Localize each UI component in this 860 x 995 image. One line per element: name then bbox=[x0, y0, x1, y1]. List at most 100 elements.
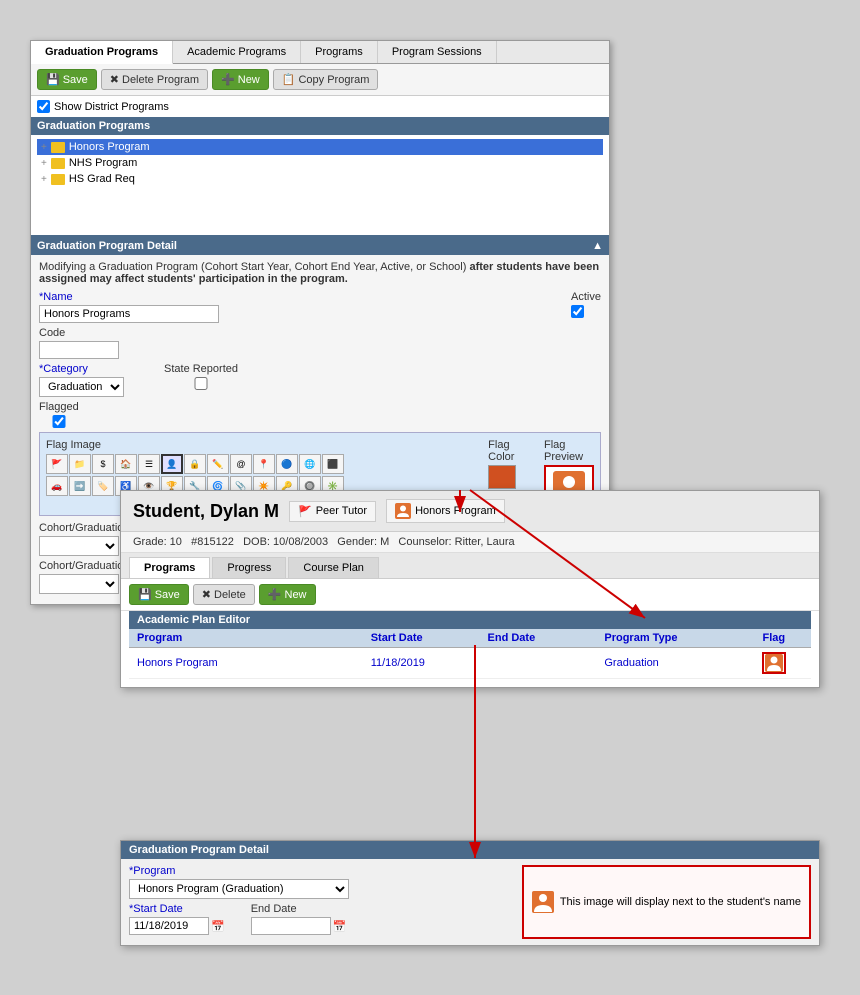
code-group: Code bbox=[39, 327, 119, 359]
bottom-program-row: *Program Honors Program (Graduation) bbox=[129, 865, 514, 899]
program-item-hsgrad[interactable]: + HS Grad Req bbox=[37, 171, 603, 187]
show-district-checkbox[interactable] bbox=[37, 100, 50, 113]
flag-img-person[interactable]: 👤 bbox=[161, 454, 183, 474]
tab-programs[interactable]: Programs bbox=[301, 41, 378, 63]
tab-academic-programs[interactable]: Academic Programs bbox=[173, 41, 301, 63]
category-select[interactable]: Graduation bbox=[39, 377, 124, 397]
bottom-end-group: End Date 📅 bbox=[251, 903, 347, 935]
copy-program-button[interactable]: 📋 Copy Program bbox=[273, 69, 379, 90]
flag-color-swatch[interactable] bbox=[488, 465, 516, 489]
notice-person-svg bbox=[532, 891, 554, 913]
honors-program-badge[interactable]: Honors Program bbox=[386, 499, 505, 523]
tab-program-sessions[interactable]: Program Sessions bbox=[378, 41, 497, 63]
flag-grid-row-1: 🚩 📁 $ 🏠 ☰ 👤 🔒 ✏️ @ 📍 🔵 bbox=[46, 454, 344, 474]
bottom-detail-header: Graduation Program Detail bbox=[121, 841, 819, 859]
flag-img-pencil[interactable]: ✏️ bbox=[207, 454, 229, 474]
cohort-start-select[interactable] bbox=[39, 536, 119, 556]
col-type-header[interactable]: Program Type bbox=[604, 632, 744, 644]
flag-img-folder[interactable]: 📁 bbox=[69, 454, 91, 474]
student-header: Student, Dylan M 🚩 Peer Tutor Honors Pro… bbox=[121, 491, 819, 532]
flag-img-circle[interactable]: 🔵 bbox=[276, 454, 298, 474]
flag-img-car[interactable]: 🚗 bbox=[46, 476, 68, 496]
flag-img-at[interactable]: @ bbox=[230, 454, 252, 474]
student-save-button[interactable]: 💾 Save bbox=[129, 584, 189, 605]
state-reported-checkbox[interactable] bbox=[164, 377, 238, 390]
flag-img-dark[interactable]: ⬛ bbox=[322, 454, 344, 474]
bottom-start-input[interactable] bbox=[129, 917, 209, 935]
expand-icon: + bbox=[41, 174, 47, 185]
bottom-end-input[interactable] bbox=[251, 917, 331, 935]
flagged-checkbox[interactable] bbox=[39, 415, 79, 428]
col-program-header[interactable]: Program bbox=[137, 632, 371, 644]
student-new-button[interactable]: ➕ New bbox=[259, 584, 316, 605]
copy-icon: 📋 bbox=[282, 73, 296, 86]
image-display-notice: This image will display next to the stud… bbox=[522, 865, 811, 939]
calendar-icon[interactable]: 📅 bbox=[211, 920, 225, 933]
student-name: Student, Dylan M bbox=[133, 501, 279, 522]
peer-tutor-badge[interactable]: 🚩 Peer Tutor bbox=[289, 501, 376, 522]
name-active-row: *Name Active bbox=[39, 291, 601, 323]
table-header: Program Start Date End Date Program Type… bbox=[129, 629, 811, 648]
flag-img-lock[interactable]: 🔒 bbox=[184, 454, 206, 474]
tab-programs[interactable]: Programs bbox=[129, 557, 210, 578]
image-notice-text: This image will display next to the stud… bbox=[560, 896, 801, 908]
col-end-header[interactable]: End Date bbox=[488, 632, 605, 644]
flag-img-dollar[interactable]: $ bbox=[92, 454, 114, 474]
flagged-row: Flagged bbox=[39, 401, 601, 428]
active-label: Active bbox=[571, 291, 601, 303]
bottom-end-label: End Date bbox=[251, 903, 347, 915]
delete-icon: ✖ bbox=[202, 588, 211, 601]
flag-img-pin[interactable]: 📍 bbox=[253, 454, 275, 474]
flag-img-arrow[interactable]: ➡️ bbox=[69, 476, 91, 496]
delete-program-button[interactable]: ✖ Delete Program bbox=[101, 69, 208, 90]
bottom-detail-panel: Graduation Program Detail *Program Honor… bbox=[120, 840, 820, 946]
cohort-end-select[interactable] bbox=[39, 574, 119, 594]
col-flag-header[interactable]: Flag bbox=[745, 632, 803, 644]
flag-image-group: Flag Image 🚩 📁 $ 🏠 ☰ 👤 🔒 bbox=[46, 439, 468, 496]
bottom-start-input-row: 📅 bbox=[129, 917, 225, 935]
category-group: *Category Graduation bbox=[39, 363, 124, 397]
name-input[interactable] bbox=[39, 305, 219, 323]
delete-icon: ✖ bbox=[110, 73, 119, 86]
bottom-program-select[interactable]: Honors Program (Graduation) bbox=[129, 879, 349, 899]
flag-preview-label: Flag Preview bbox=[544, 439, 594, 463]
show-district-label: Show District Programs bbox=[54, 101, 169, 113]
flag-color-group: Flag Color bbox=[488, 439, 524, 489]
code-label: Code bbox=[39, 327, 119, 339]
save-button[interactable]: 💾 Save bbox=[37, 69, 97, 90]
tab-course-plan[interactable]: Course Plan bbox=[288, 557, 379, 578]
program-item-nhs[interactable]: + NHS Program bbox=[37, 155, 603, 171]
tab-progress[interactable]: Progress bbox=[212, 557, 286, 578]
bottom-program-label: *Program bbox=[129, 865, 514, 877]
row-start: 11/18/2019 bbox=[371, 657, 488, 669]
new-button[interactable]: ➕ New bbox=[212, 69, 269, 90]
flagged-group: Flagged bbox=[39, 401, 79, 428]
save-icon: 💾 bbox=[46, 73, 60, 86]
active-checkbox[interactable] bbox=[571, 305, 584, 318]
flag-img-home[interactable]: 🏠 bbox=[115, 454, 137, 474]
peer-tutor-flag-icon: 🚩 bbox=[298, 505, 312, 518]
col-start-header[interactable]: Start Date bbox=[371, 632, 488, 644]
bottom-end-input-row: 📅 bbox=[251, 917, 347, 935]
expand-icon: + bbox=[41, 158, 47, 169]
state-reported-label: State Reported bbox=[164, 363, 238, 375]
flag-img-flag[interactable]: 🚩 bbox=[46, 454, 68, 474]
student-panel: Student, Dylan M 🚩 Peer Tutor Honors Pro… bbox=[120, 490, 820, 688]
code-input[interactable] bbox=[39, 341, 119, 359]
flag-img-tag[interactable]: 🏷️ bbox=[92, 476, 114, 496]
bottom-dates-row: *Start Date 📅 End Date 📅 bbox=[129, 903, 514, 935]
student-delete-button[interactable]: ✖ Delete bbox=[193, 584, 255, 605]
category-row: *Category Graduation State Reported bbox=[39, 363, 601, 397]
show-district-row: Show District Programs bbox=[31, 96, 609, 117]
flag-img-globe[interactable]: 🌐 bbox=[299, 454, 321, 474]
name-group: *Name bbox=[39, 291, 219, 323]
table-row[interactable]: Honors Program 11/18/2019 Graduation bbox=[129, 648, 811, 679]
flag-img-list[interactable]: ☰ bbox=[138, 454, 160, 474]
bottom-form: *Program Honors Program (Graduation) *St… bbox=[129, 865, 514, 939]
program-item-honors[interactable]: + Honors Program bbox=[37, 139, 603, 155]
calendar-icon-end[interactable]: 📅 bbox=[333, 920, 347, 933]
tab-graduation-programs[interactable]: Graduation Programs bbox=[31, 41, 173, 64]
row-flag-icon-bordered bbox=[762, 652, 786, 674]
collapse-icon[interactable]: ▲ bbox=[592, 240, 603, 252]
row-program: Honors Program bbox=[137, 657, 371, 669]
